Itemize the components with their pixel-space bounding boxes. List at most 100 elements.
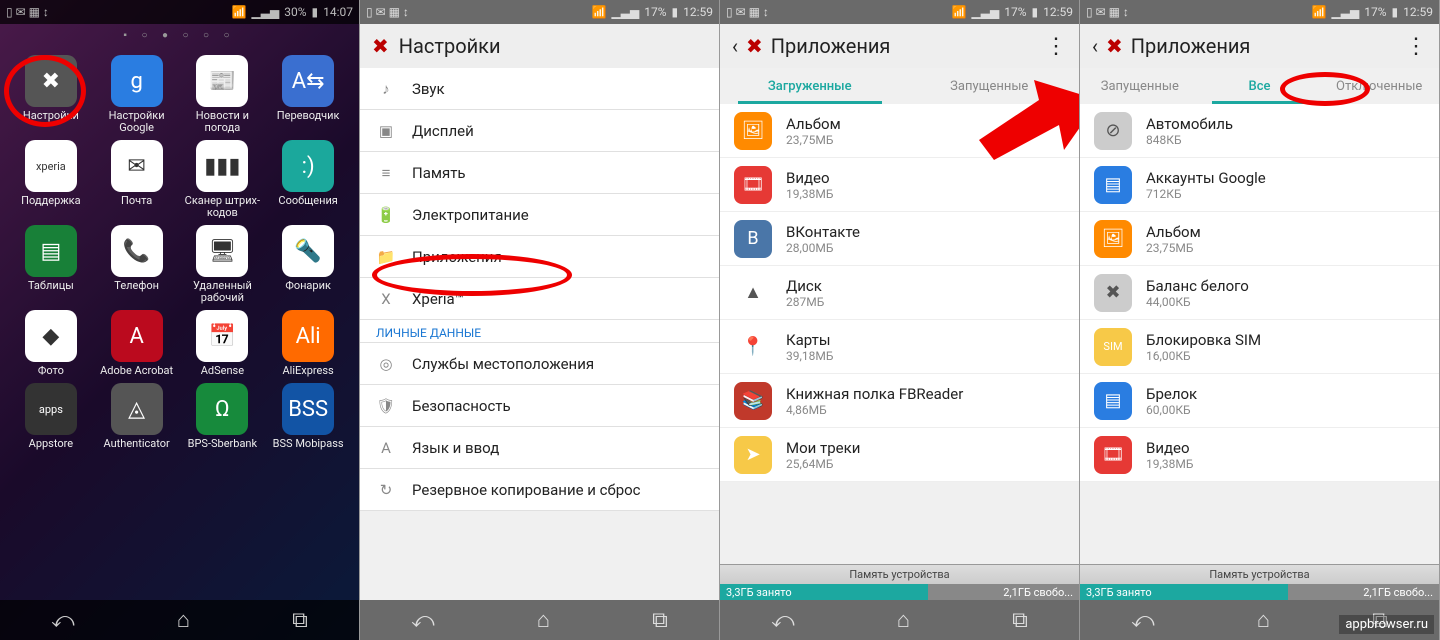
app-launcher-item[interactable]: BSSBSS Mobipass xyxy=(267,383,349,450)
home-key[interactable]: ⌂ xyxy=(537,607,550,633)
app-row[interactable]: 🖼Альбом23,75МБ xyxy=(1080,212,1439,266)
app-launcher-item[interactable]: A⇆Переводчик xyxy=(267,55,349,134)
recent-key[interactable]: ⧉ xyxy=(652,608,668,633)
page-title: Приложения xyxy=(1131,34,1251,58)
app-name: Аккаунты Google xyxy=(1146,169,1266,187)
settings-row[interactable]: ↻Резервное копирование и сброс xyxy=(360,469,719,511)
settings-row[interactable]: ♪Звук xyxy=(360,68,719,110)
app-name: Автомобиль xyxy=(1146,115,1233,133)
row-label: Электропитание xyxy=(412,206,529,224)
settings-row[interactable]: 🔋Электропитание xyxy=(360,194,719,236)
app-launcher-item[interactable]: ΩBPS-Sberbank xyxy=(182,383,264,450)
tab[interactable]: Отключенные xyxy=(1319,68,1439,104)
app-launcher-item[interactable]: ▤Таблицы xyxy=(10,225,92,304)
app-launcher-item[interactable]: 🔦Фонарик xyxy=(267,225,349,304)
settings-row[interactable]: 📁Приложения xyxy=(360,236,719,278)
app-launcher-item[interactable]: appsAppstore xyxy=(10,383,92,450)
app-icon: 🎞 xyxy=(1094,436,1132,474)
app-launcher-item[interactable]: ◆Фото xyxy=(10,310,92,377)
tab[interactable]: Запущенные xyxy=(1080,68,1200,104)
app-name: Видео xyxy=(1146,439,1193,457)
overflow-menu[interactable]: ⋮ xyxy=(1405,34,1427,59)
home-key[interactable]: ⌂ xyxy=(897,607,910,633)
app-label: Переводчик xyxy=(277,110,340,122)
storage-label: Память устройства xyxy=(720,564,1079,584)
settings-row[interactable]: ◎Службы местоположения xyxy=(360,343,719,385)
recent-key[interactable]: ⧉ xyxy=(292,608,308,633)
app-size: 19,38МБ xyxy=(1146,457,1193,471)
home-key[interactable]: ⌂ xyxy=(1257,607,1270,633)
app-row[interactable]: ▲Диск287МБ xyxy=(720,266,1079,320)
battery-icon: ▮ xyxy=(1032,5,1039,19)
app-row[interactable]: 📍Карты39,18МБ xyxy=(720,320,1079,374)
clock: 12:59 xyxy=(1043,5,1073,19)
app-icon: 🖼 xyxy=(734,112,772,150)
row-icon: 🛡 xyxy=(376,397,396,415)
app-size: 712КБ xyxy=(1146,187,1266,201)
settings-row[interactable]: ▣Дисплей xyxy=(360,110,719,152)
row-icon: ≡ xyxy=(376,164,396,182)
tab[interactable]: Загруженные xyxy=(720,68,900,104)
tab[interactable]: Все xyxy=(1200,68,1320,104)
status-bar: ▯ ✉ ▦ ↕ 📶 ▁▃▅ 17% ▮ 12:59 xyxy=(360,0,719,24)
home-key[interactable]: ⌂ xyxy=(177,607,190,633)
settings-row[interactable]: ≡Память xyxy=(360,152,719,194)
battery-percent: 17% xyxy=(1004,5,1026,19)
settings-row[interactable]: AЯзык и ввод xyxy=(360,427,719,469)
app-icon: A xyxy=(111,310,163,362)
back-button[interactable]: ‹ xyxy=(1092,34,1098,58)
app-launcher-item[interactable]: ◬Authenticator xyxy=(96,383,178,450)
app-row[interactable]: ✖Баланс белого44,00КБ xyxy=(1080,266,1439,320)
app-row[interactable]: ▤Аккаунты Google712КБ xyxy=(1080,158,1439,212)
app-launcher-item[interactable]: 📰Новости и погода xyxy=(182,55,264,134)
app-launcher-item[interactable]: gНастройки Google xyxy=(96,55,178,134)
app-row[interactable]: ⊘Автомобиль848КБ xyxy=(1080,104,1439,158)
app-label: AliExpress xyxy=(283,365,334,377)
recent-key[interactable]: ⧉ xyxy=(1012,608,1028,633)
settings-row[interactable]: XXperia™ xyxy=(360,278,719,320)
back-key[interactable]: ⤺ xyxy=(771,608,795,633)
settings-row[interactable]: 🛡Безопасность xyxy=(360,385,719,427)
nav-bar: ⤺ ⌂ ⧉ xyxy=(0,600,359,640)
app-icon: Ω xyxy=(196,383,248,435)
battery-icon: ▮ xyxy=(672,5,679,19)
row-icon: ↻ xyxy=(376,481,396,499)
app-row[interactable]: BВКонтакте28,00МБ xyxy=(720,212,1079,266)
app-row[interactable]: ➤Мои треки25,64МБ xyxy=(720,428,1079,482)
status-icons-left: ▯ ✉ ▦ ↕ xyxy=(366,5,409,19)
app-icon: xperia xyxy=(25,140,77,192)
app-launcher-item[interactable]: 📅AdSense xyxy=(182,310,264,377)
app-launcher-item[interactable]: ✖Настройки xyxy=(10,55,92,134)
overflow-menu[interactable]: ⋮ xyxy=(1045,34,1067,59)
back-key[interactable]: ⤺ xyxy=(1131,608,1155,633)
storage-used: 3,3ГБ занято xyxy=(720,584,928,600)
signal-icon: ▁▃▅ xyxy=(1332,5,1360,19)
app-launcher-item[interactable]: ▮▮▮Сканер штрих-кодов xyxy=(182,140,264,219)
app-name: Блокировка SIM xyxy=(1146,331,1261,349)
app-name: Баланс белого xyxy=(1146,277,1249,295)
panel-apps-downloaded: ▯ ✉ ▦ ↕ 📶 ▁▃▅ 17% ▮ 12:59 ‹ ✖ Приложения… xyxy=(720,0,1080,640)
app-launcher-item[interactable]: ✉Почта xyxy=(96,140,178,219)
app-icon: Ali xyxy=(282,310,334,362)
app-icon: ◆ xyxy=(25,310,77,362)
back-button[interactable]: ‹ xyxy=(732,34,738,58)
storage-label: Память устройства xyxy=(1080,564,1439,584)
app-name: Видео xyxy=(786,169,833,187)
app-icon: ◬ xyxy=(111,383,163,435)
app-name: ВКонтакте xyxy=(786,223,860,241)
app-launcher-item[interactable]: :)Сообщения xyxy=(267,140,349,219)
app-row[interactable]: ▤Брелок60,00КБ xyxy=(1080,374,1439,428)
page-title: Настройки xyxy=(399,34,501,58)
app-row[interactable]: 🎞 Видео19,38МБ xyxy=(1080,428,1439,482)
clock: 14:07 xyxy=(323,5,353,19)
app-icon: ▤ xyxy=(1094,382,1132,420)
back-key[interactable]: ⤺ xyxy=(51,608,75,633)
app-launcher-item[interactable]: 📞Телефон xyxy=(96,225,178,304)
app-row[interactable]: 📚Книжная полка FBReader4,86МБ xyxy=(720,374,1079,428)
app-launcher-item[interactable]: Ali AliExpress xyxy=(267,310,349,377)
app-launcher-item[interactable]: xperiaПоддержка xyxy=(10,140,92,219)
back-key[interactable]: ⤺ xyxy=(411,608,435,633)
app-launcher-item[interactable]: 🖥Удаленный рабочий xyxy=(182,225,264,304)
app-launcher-item[interactable]: AAdobe Acrobat xyxy=(96,310,178,377)
app-row[interactable]: SIMБлокировка SIM16,00КБ xyxy=(1080,320,1439,374)
